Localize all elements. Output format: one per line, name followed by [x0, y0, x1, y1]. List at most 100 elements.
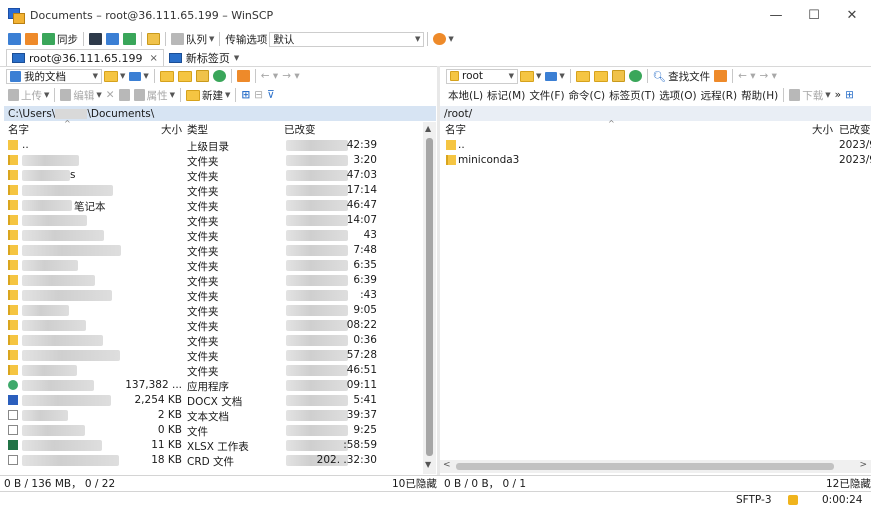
col-name[interactable]: 名字 [445, 122, 466, 137]
table-row[interactable]: 文件夹 46:51 [4, 363, 423, 378]
transfer-settings-select[interactable]: 默认 ▼ [269, 31, 425, 47]
left-root-dir-button[interactable] [176, 68, 194, 84]
download-button[interactable]: 下载 ▼ [787, 87, 832, 103]
minimize-button[interactable]: — [757, 0, 795, 30]
unselect-button[interactable]: ⊟ [252, 87, 265, 103]
table-row[interactable]: 文件夹:43 [4, 288, 423, 303]
table-row[interactable]: 11 KB XLSX 工作表:58:59 [4, 438, 423, 453]
rename-button[interactable] [117, 87, 132, 103]
sync-browse-button[interactable] [23, 31, 40, 47]
table-row[interactable]: 文件夹 14:07 [4, 213, 423, 228]
table-row[interactable]: 文件夹 6:35 [4, 258, 423, 273]
right-back-button[interactable]: ← ▾ [736, 68, 757, 84]
table-row[interactable]: 文件夹 3:20 [4, 153, 423, 168]
left-forward-button[interactable]: → ▾ [280, 68, 301, 84]
table-row[interactable]: 文件夹 9:05 [4, 303, 423, 318]
scroll-right-icon[interactable]: > [859, 460, 867, 470]
upload-button[interactable]: 上传 ▼ [6, 87, 51, 103]
right-tree-button[interactable] [712, 68, 729, 84]
col-type[interactable]: 类型 [187, 122, 208, 137]
tab-session[interactable]: root@36.111.65.199 × [6, 49, 164, 66]
table-row[interactable]: 文件夹 17:14 [4, 183, 423, 198]
right-location-select[interactable]: root ▼ [446, 68, 518, 84]
left-back-button[interactable]: ← ▾ [259, 68, 280, 84]
right-parent-dir-button[interactable] [574, 68, 592, 84]
table-row[interactable]: 18 KB CRD 文件 202. .32:30 [4, 453, 423, 468]
left-filter-button[interactable]: ▼ [127, 68, 150, 84]
left-open-dir-button[interactable]: ▼ [102, 68, 127, 84]
compare-dirs-button[interactable] [6, 31, 23, 47]
left-home-button[interactable] [194, 68, 211, 84]
right-root-dir-button[interactable] [592, 68, 610, 84]
table-row[interactable]: 文件夹 43 [4, 228, 423, 243]
scroll-down-icon[interactable]: ▼ [425, 460, 431, 469]
menu-files[interactable]: 文件(F) [527, 87, 566, 103]
col-size[interactable]: 大小 [812, 122, 833, 137]
table-row[interactable]: 文件夹 6:39 [4, 273, 423, 288]
edit-button[interactable]: 编辑 ▼ [58, 87, 103, 103]
table-row[interactable]: s 文件夹 47:03 [4, 168, 423, 183]
tab-new[interactable]: 新标签页 ▼ [164, 49, 244, 66]
menu-remote[interactable]: 远程(R) [699, 87, 740, 103]
table-row[interactable]: 2 KB 文本文档 39:37 [4, 408, 423, 423]
download-label: 下载 [802, 89, 824, 102]
putty-button[interactable] [104, 31, 121, 47]
table-row[interactable]: 137,382 ... 应用程序 09:11 [4, 378, 423, 393]
table-row[interactable]: 文件夹 08:22 [4, 318, 423, 333]
col-changed[interactable]: 已改变 [284, 122, 316, 137]
sync-button[interactable]: 同步 [40, 31, 80, 47]
table-row[interactable]: 文件夹 0:36 [4, 333, 423, 348]
menu-help[interactable]: 帮助(H) [739, 87, 780, 103]
left-refresh-button[interactable] [211, 68, 228, 84]
delete-button[interactable]: ✕ [104, 87, 117, 103]
maximize-button[interactable]: ☐ [795, 0, 833, 30]
select-all-button[interactable]: ⊞ [239, 87, 252, 103]
col-changed[interactable]: 已改变 [839, 122, 871, 137]
pane-splitter[interactable] [437, 66, 440, 476]
queue-button[interactable]: 队列 ▼ [169, 31, 216, 47]
file-name: .. [22, 139, 29, 151]
right-path-bar[interactable]: /root/ [440, 106, 871, 121]
transfer-presets-button[interactable]: ▼ [431, 31, 455, 47]
menu-local[interactable]: 本地(L) [446, 87, 485, 103]
terminal-button[interactable] [87, 31, 104, 47]
properties-button[interactable]: 属性 ▼ [132, 87, 177, 103]
more-toolbar-button[interactable]: » [833, 87, 843, 103]
menu-options[interactable]: 选项(O) [657, 87, 698, 103]
close-window-button[interactable]: ✕ [833, 0, 871, 30]
new-button[interactable]: 新建 ▼ [184, 87, 232, 103]
right-refresh-button[interactable] [627, 68, 644, 84]
left-location-select[interactable]: 我的文档 ▼ [6, 68, 102, 84]
menu-tabs[interactable]: 标签页(T) [607, 87, 657, 103]
right-open-dir-button[interactable]: ▼ [518, 68, 543, 84]
right-filter-button[interactable]: ▼ [543, 68, 566, 84]
refresh-session-button[interactable] [121, 31, 138, 47]
table-row[interactable]: 文件夹 7:48 [4, 243, 423, 258]
scroll-thumb[interactable] [426, 138, 433, 456]
table-row[interactable]: .. 上级目录 42:39 [4, 138, 423, 153]
col-size[interactable]: 大小 [154, 122, 182, 137]
right-home-button[interactable] [610, 68, 627, 84]
table-row[interactable]: 2,254 KB DOCX 文档 5:41 [4, 393, 423, 408]
right-horizontal-scrollbar[interactable]: < > [440, 460, 871, 473]
table-row[interactable]: 文件夹 57:28 [4, 348, 423, 363]
table-row[interactable]: .. 2023/9 [440, 138, 871, 153]
filter-select-button[interactable]: ⊽ [265, 87, 277, 103]
find-files-button[interactable]: 🔍︎ 查找文件 [651, 68, 712, 84]
preferences-button[interactable] [145, 31, 162, 47]
scroll-thumb[interactable] [456, 463, 834, 470]
menu-commands[interactable]: 命令(C) [567, 87, 608, 103]
menu-mark[interactable]: 标记(M) [485, 87, 527, 103]
table-row[interactable]: miniconda3 2023/9 [440, 153, 871, 168]
table-row[interactable]: 0 KB 文件 9:25 [4, 423, 423, 438]
right-forward-button[interactable]: → ▾ [758, 68, 779, 84]
right-select-button[interactable]: ⊞ [843, 87, 856, 103]
table-row[interactable]: 笔记本 文件夹 46:47 [4, 198, 423, 213]
scroll-left-icon[interactable]: < [443, 460, 451, 470]
left-vertical-scrollbar[interactable]: ▲ ▼ [423, 122, 436, 474]
left-find-button[interactable] [235, 68, 252, 84]
close-icon[interactable]: × [150, 53, 158, 64]
left-parent-dir-button[interactable] [158, 68, 176, 84]
scroll-up-icon[interactable]: ▲ [425, 124, 431, 133]
col-name[interactable]: 名字 [8, 122, 29, 137]
